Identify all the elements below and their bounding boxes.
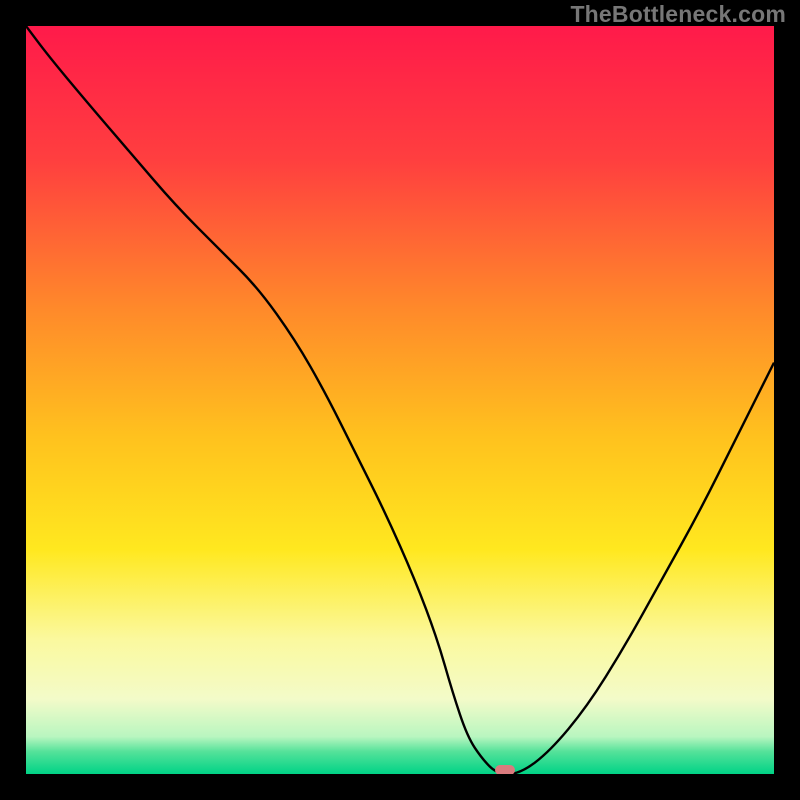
gradient-background [26, 26, 774, 774]
optimum-marker [495, 765, 515, 774]
watermark-text: TheBottleneck.com [570, 1, 786, 28]
chart-frame: TheBottleneck.com [0, 0, 800, 800]
plot-area [26, 26, 774, 774]
chart-svg [26, 26, 774, 774]
